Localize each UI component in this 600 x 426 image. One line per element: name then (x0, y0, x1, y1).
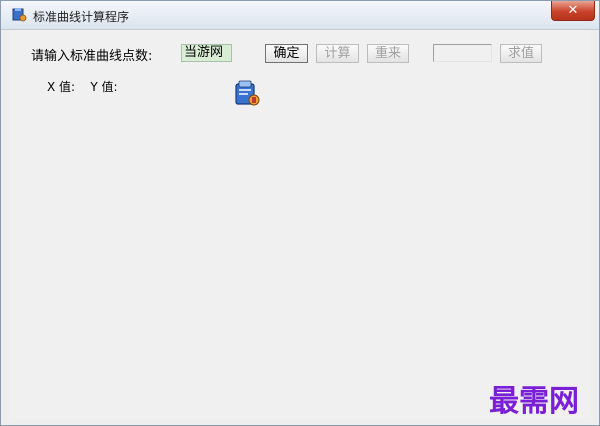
y-value-label: Y 值: (90, 80, 118, 94)
confirm-button[interactable]: 确定 (265, 44, 308, 63)
window-title: 标准曲线计算程序 (33, 10, 130, 24)
close-icon: ✕ (567, 3, 579, 18)
find-value-button[interactable]: 求值 (500, 44, 542, 63)
xy-header: X 值: Y 值: (47, 78, 118, 95)
app-icon (235, 80, 260, 106)
app-icon (12, 8, 27, 22)
client-area: 请输入标准曲线点数: 当游网 确定 计算 重来 求值 X 值: Y 值: 最需网 (9, 30, 591, 419)
calculate-button[interactable]: 计算 (316, 44, 359, 63)
x-value-label: X 值: (47, 80, 76, 94)
title-bar[interactable]: 标准曲线计算程序 ✕ (1, 1, 599, 30)
close-button[interactable]: ✕ (551, 1, 595, 21)
point-count-input[interactable]: 当游网 (181, 44, 232, 62)
watermark-text: 最需网 (489, 384, 579, 419)
value-input[interactable] (433, 44, 492, 62)
main-window: 标准曲线计算程序 ✕ 请输入标准曲线点数: 当游网 确定 计算 重来 求值 X … (0, 0, 600, 426)
point-count-label: 请输入标准曲线点数: (31, 49, 153, 64)
reset-button[interactable]: 重来 (367, 44, 409, 63)
